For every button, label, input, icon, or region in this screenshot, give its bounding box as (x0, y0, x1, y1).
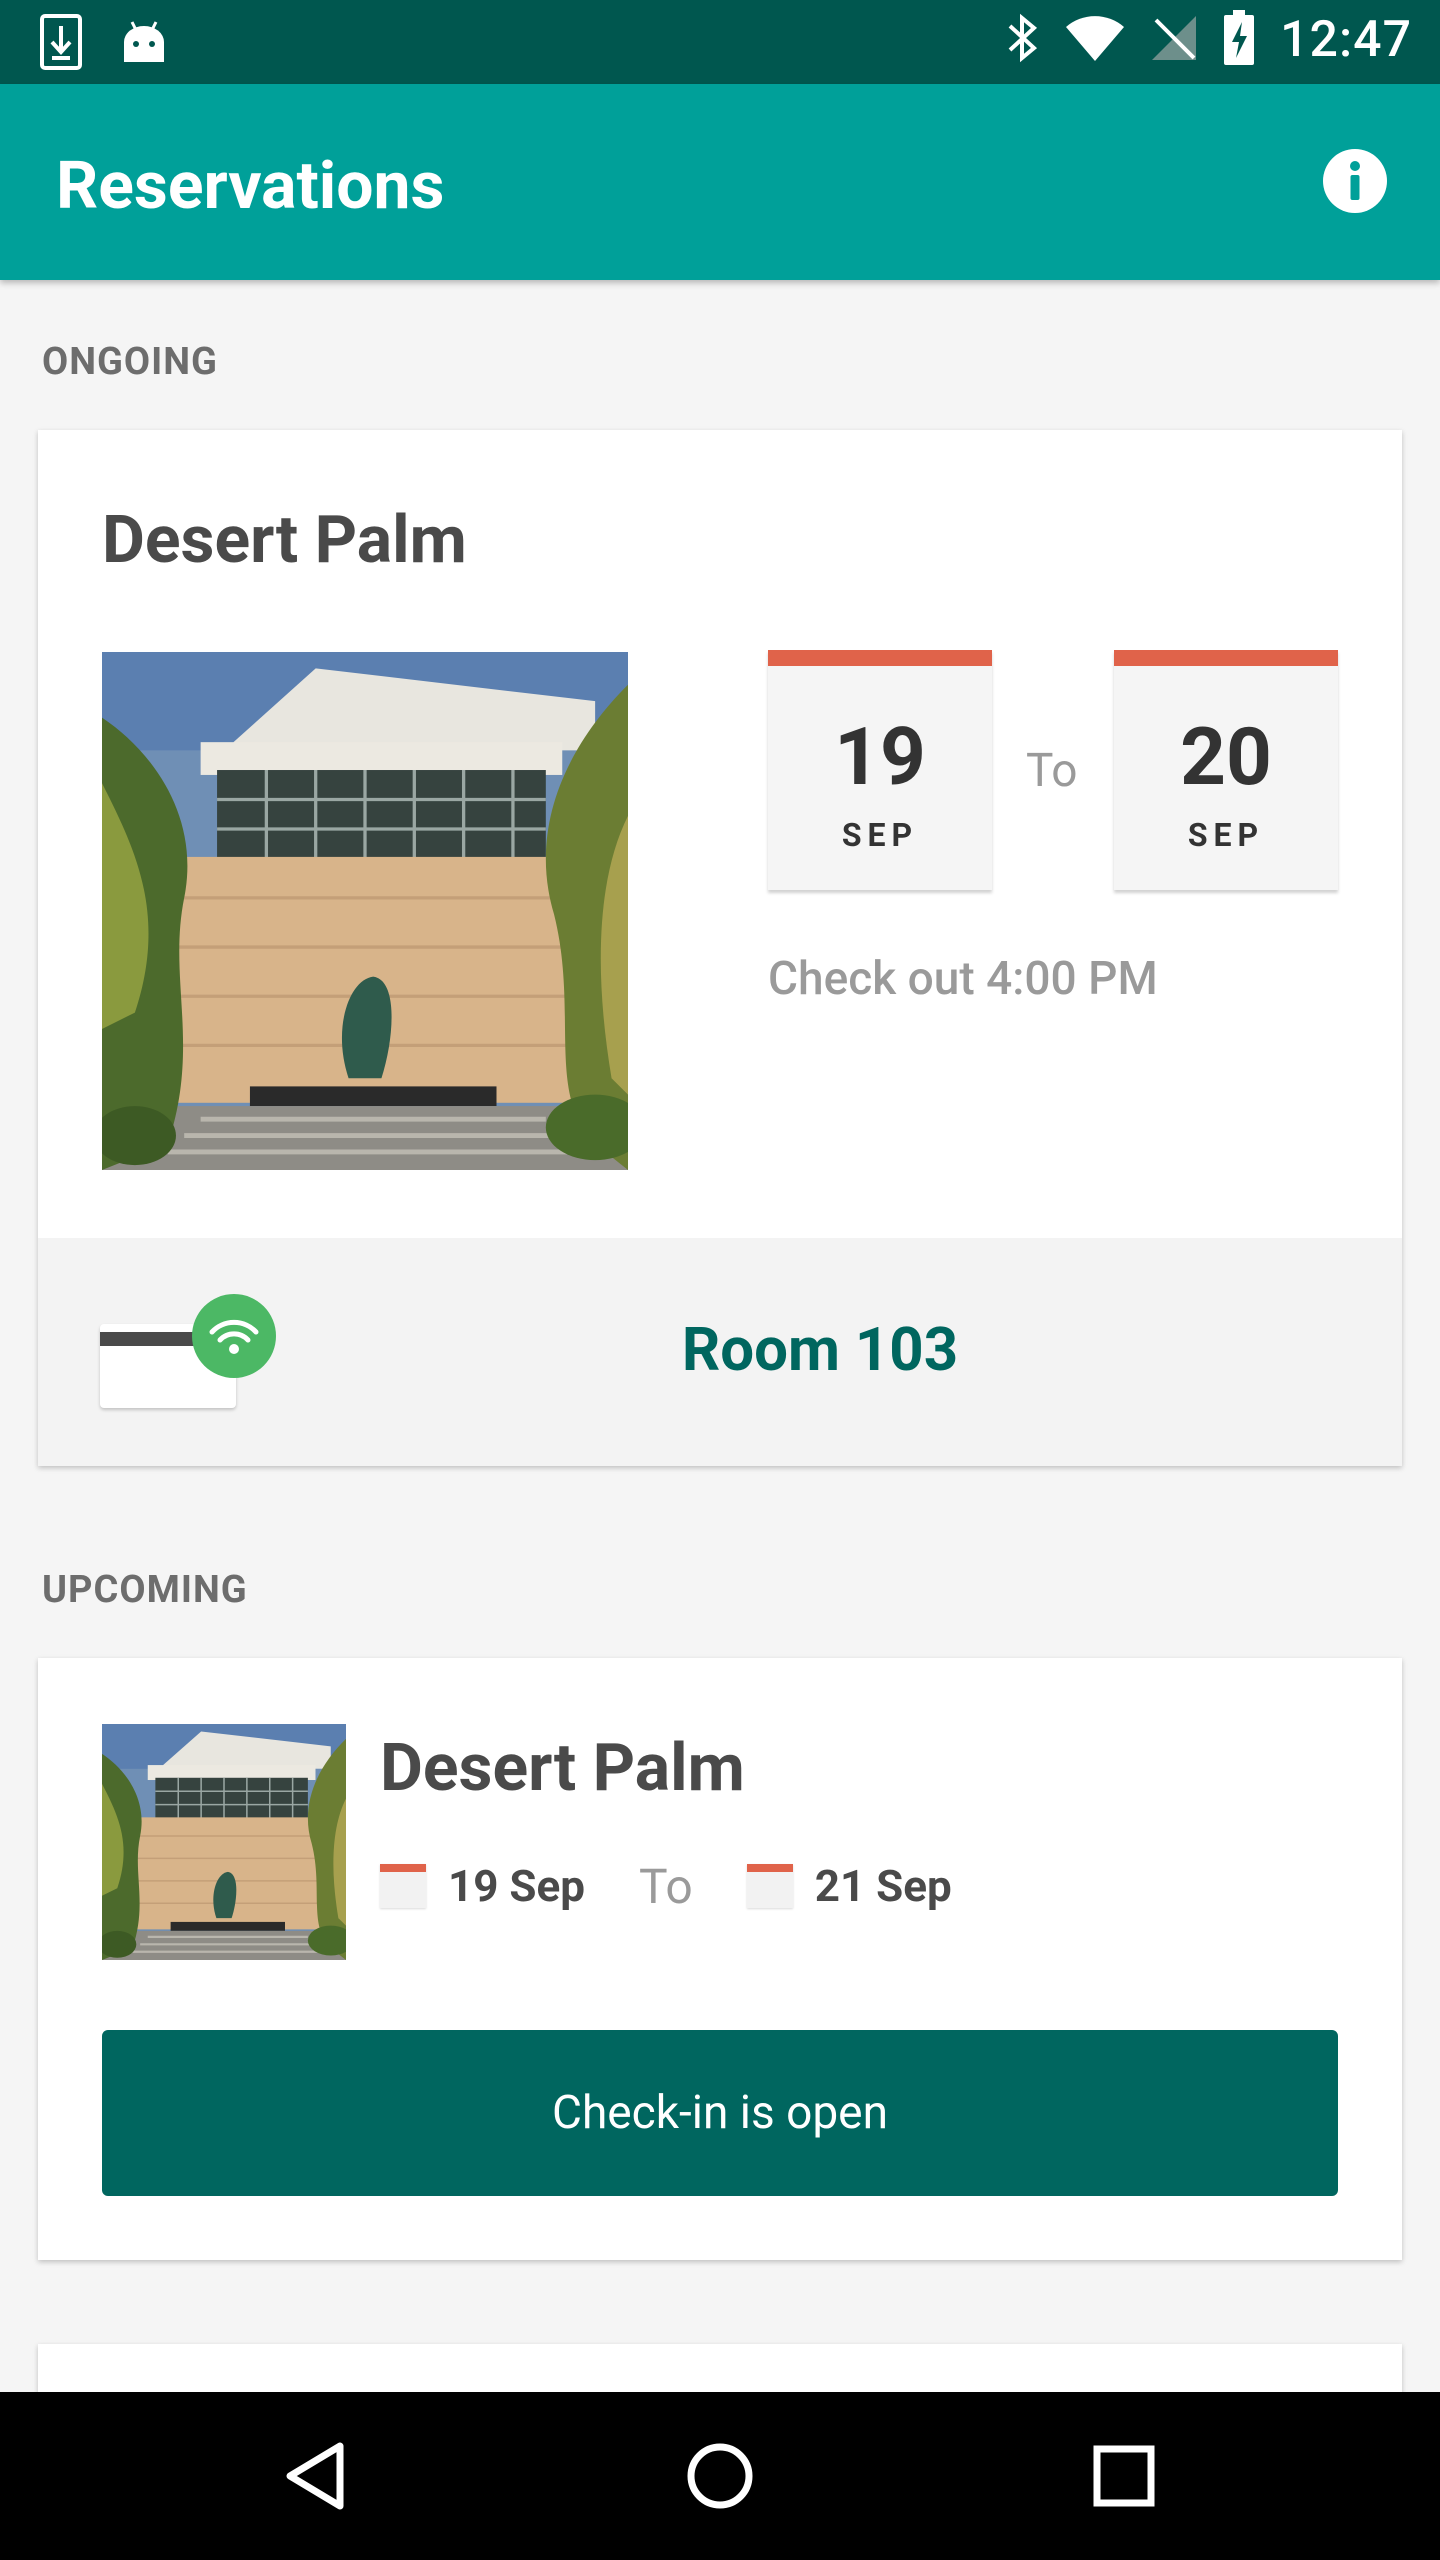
check-out-date: 20 SEP (1114, 650, 1338, 890)
recents-button[interactable] (1074, 2426, 1174, 2526)
android-icon (122, 20, 166, 68)
status-bar: 12:47 (0, 0, 1440, 84)
page-title: Reservations (56, 148, 445, 225)
ongoing-reservation-card[interactable]: Desert Palm 19 SEP To 20 SEP Check out 4… (38, 430, 1402, 1466)
upcoming-reservation-card[interactable]: Desert Palm 19 Sep To 21 Sep Check-in is… (38, 1658, 1402, 2260)
check-in-day: 19 (834, 710, 926, 804)
home-button[interactable] (670, 2426, 770, 2526)
back-button[interactable] (266, 2426, 366, 2526)
check-out-day: 20 (1180, 710, 1272, 804)
check-in-date: 19 SEP (768, 650, 992, 890)
hotel-photo (102, 652, 628, 1170)
no-signal-icon (1150, 14, 1198, 66)
section-label-upcoming: UPCOMING (42, 1568, 248, 1612)
hotel-thumbnail (102, 1724, 346, 1960)
back-icon (286, 2442, 344, 2510)
checkout-time: Check out 4:00 PM (768, 952, 1158, 1006)
status-time: 12:47 (1280, 11, 1412, 69)
wifi-icon (1064, 15, 1126, 65)
info-icon (1323, 149, 1387, 213)
room-number: Room 103 (681, 1314, 959, 1385)
room-key-strip[interactable]: Room 103 (38, 1238, 1402, 1466)
check-in-month: SEP (841, 816, 919, 854)
recents-icon (1093, 2445, 1155, 2507)
calendar-icon (380, 1864, 426, 1908)
reservation-dates: 19 Sep To 21 Sep (380, 1856, 952, 1916)
check-out-month: SEP (1187, 816, 1265, 854)
navigation-bar (0, 2392, 1440, 2560)
hotel-name: Desert Palm (380, 1730, 745, 1807)
from-date: 19 Sep (448, 1860, 586, 1912)
download-icon (40, 14, 82, 74)
section-label-ongoing: ONGOING (42, 340, 218, 384)
battery-icon (1222, 10, 1256, 70)
to-label: To (639, 1857, 693, 1915)
info-button[interactable] (1322, 148, 1388, 214)
bluetooth-icon (1006, 12, 1040, 68)
to-label: To (1026, 744, 1078, 798)
calendar-icon (746, 1864, 793, 1908)
to-date: 21 Sep (814, 1860, 952, 1912)
hotel-name: Desert Palm (102, 502, 467, 579)
home-icon (687, 2443, 753, 2509)
app-bar: Reservations (0, 84, 1440, 280)
check-in-button[interactable]: Check-in is open (102, 2030, 1338, 2196)
